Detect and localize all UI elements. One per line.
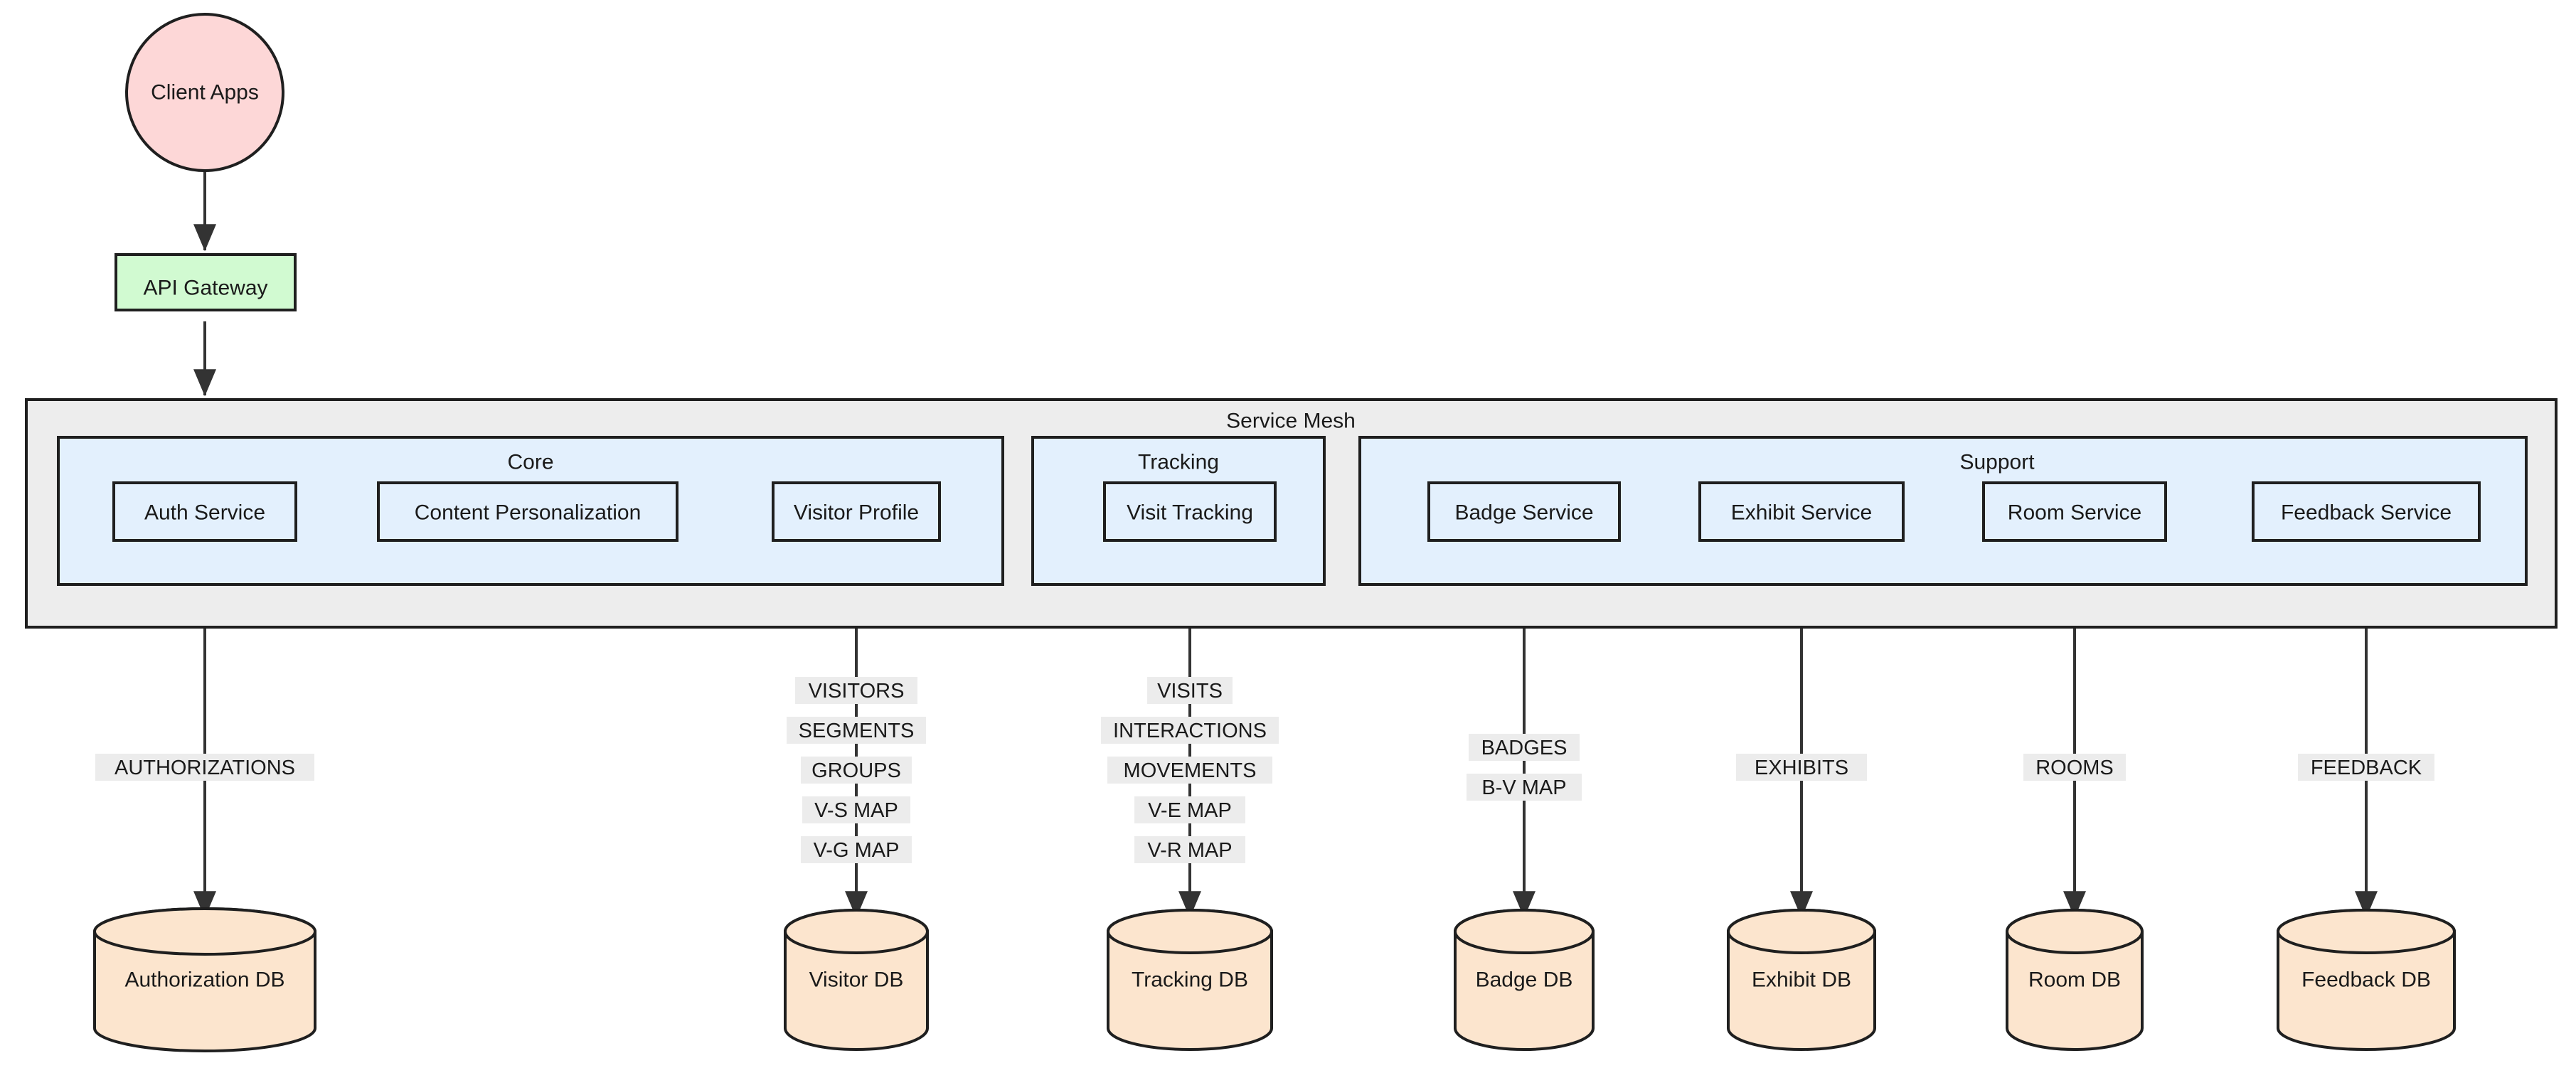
edge-label-v-e-map: V-E MAP — [1134, 796, 1245, 823]
edge-label-text-v-s-map: V-S MAP — [814, 799, 898, 822]
client-apps-label: Client Apps — [151, 81, 259, 105]
service-node-auth-service[interactable]: Auth Service — [112, 481, 297, 542]
database-label-visitor-db: Visitor DB — [809, 968, 904, 992]
edge-label-text-visits: VISITS — [1157, 680, 1223, 703]
edge-label-text-b-v-map: B-V MAP — [1481, 776, 1566, 799]
edge-label-badges: BADGES — [1469, 734, 1580, 761]
edge-label-text-feedback: FEEDBACK — [2311, 757, 2422, 779]
edge-label-v-r-map: V-R MAP — [1134, 836, 1245, 863]
service-node-feedback-service[interactable]: Feedback Service — [2252, 481, 2481, 542]
edge-label-text-visitors: VISITORS — [809, 680, 905, 703]
api-gateway-label: API Gateway — [143, 277, 267, 300]
database-node-feedback-db[interactable]: Feedback DB — [2276, 909, 2457, 1051]
service-label-badge-service: Badge Service — [1454, 501, 1593, 525]
edge-label-visitors: VISITORS — [795, 677, 917, 704]
service-node-content-personalization[interactable]: Content Personalization — [377, 481, 678, 542]
cluster-support-title: Support — [1959, 451, 2035, 474]
database-node-visitor-db[interactable]: Visitor DB — [783, 909, 930, 1051]
edge-label-b-v-map: B-V MAP — [1467, 774, 1582, 801]
service-label-visit-tracking: Visit Tracking — [1127, 501, 1253, 525]
edge-label-visits: VISITS — [1147, 677, 1233, 704]
database-node-authorization-db[interactable]: Authorization DB — [92, 907, 317, 1052]
service-label-auth-service: Auth Service — [144, 501, 265, 525]
edge-label-segments: SEGMENTS — [787, 717, 926, 744]
database-label-authorization-db: Authorization DB — [124, 968, 284, 992]
database-label-tracking-db: Tracking DB — [1132, 968, 1248, 992]
architecture-diagram: Service Mesh Core Tracking Support Auth … — [0, 0, 2576, 1068]
database-cylinder-top-tracking-db — [1106, 909, 1274, 954]
edge-label-text-authorizations: AUTHORIZATIONS — [115, 757, 295, 779]
service-node-badge-service[interactable]: Badge Service — [1427, 481, 1621, 542]
service-node-visitor-profile[interactable]: Visitor Profile — [772, 481, 941, 542]
service-label-visitor-profile: Visitor Profile — [794, 501, 919, 525]
service-mesh-title: Service Mesh — [1226, 410, 1356, 433]
edge-label-text-v-g-map: V-G MAP — [814, 839, 900, 862]
service-mesh-cluster: Service Mesh Core Tracking Support Auth … — [25, 398, 2558, 629]
database-node-room-db[interactable]: Room DB — [2005, 909, 2144, 1051]
database-label-room-db: Room DB — [2028, 968, 2121, 992]
service-label-room-service: Room Service — [2008, 501, 2141, 525]
service-label-exhibit-service: Exhibit Service — [1731, 501, 1872, 525]
database-cylinder-top-visitor-db — [783, 909, 930, 954]
service-node-visit-tracking[interactable]: Visit Tracking — [1103, 481, 1277, 542]
edge-label-v-g-map: V-G MAP — [801, 836, 912, 863]
database-cylinder-top-badge-db — [1453, 909, 1595, 954]
database-label-feedback-db: Feedback DB — [2301, 968, 2431, 992]
database-cylinder-top-feedback-db — [2276, 909, 2457, 954]
edge-label-exhibits: EXHIBITS — [1736, 754, 1867, 781]
api-gateway-node[interactable]: API Gateway — [115, 253, 297, 311]
database-cylinder-top-exhibit-db — [1726, 909, 1877, 954]
database-node-badge-db[interactable]: Badge DB — [1453, 909, 1595, 1051]
service-node-exhibit-service[interactable]: Exhibit Service — [1698, 481, 1905, 542]
cluster-core-title: Core — [507, 451, 553, 474]
database-node-tracking-db[interactable]: Tracking DB — [1106, 909, 1274, 1051]
database-cylinder-top-room-db — [2005, 909, 2144, 954]
edge-label-text-groups: GROUPS — [811, 759, 901, 782]
cluster-tracking-title: Tracking — [1138, 451, 1219, 474]
edge-label-text-badges: BADGES — [1481, 737, 1568, 759]
databases-layer: Authorization DB Visitor DB Tracking DB … — [92, 907, 2457, 1052]
edge-labels-layer: AUTHORIZATIONS VISITORS SEGMENTS GROUPS … — [95, 677, 2434, 863]
edge-label-v-s-map: V-S MAP — [802, 796, 910, 823]
edge-label-text-exhibits: EXHIBITS — [1755, 757, 1848, 779]
edge-label-text-movements: MOVEMENTS — [1124, 759, 1257, 782]
edge-label-interactions: INTERACTIONS — [1101, 717, 1279, 744]
edge-label-groups: GROUPS — [801, 757, 912, 784]
service-label-feedback-service: Feedback Service — [2281, 501, 2452, 525]
edge-label-text-segments: SEGMENTS — [799, 720, 915, 742]
service-label-content-personalization: Content Personalization — [415, 501, 642, 525]
database-node-exhibit-db[interactable]: Exhibit DB — [1726, 909, 1877, 1051]
edge-label-text-v-e-map: V-E MAP — [1148, 799, 1232, 822]
edge-label-text-rooms: ROOMS — [2035, 757, 2114, 779]
edge-label-text-v-r-map: V-R MAP — [1147, 839, 1232, 862]
edge-label-authorizations: AUTHORIZATIONS — [95, 754, 314, 781]
edge-label-rooms: ROOMS — [2023, 754, 2126, 781]
edge-label-text-interactions: INTERACTIONS — [1113, 720, 1267, 742]
database-cylinder-top-authorization-db — [92, 907, 317, 956]
service-node-room-service[interactable]: Room Service — [1982, 481, 2167, 542]
edge-label-movements: MOVEMENTS — [1107, 757, 1272, 784]
client-apps-node[interactable]: Client Apps — [125, 13, 284, 172]
database-label-badge-db: Badge DB — [1476, 968, 1573, 992]
edge-label-feedback: FEEDBACK — [2298, 754, 2434, 781]
database-label-exhibit-db: Exhibit DB — [1752, 968, 1851, 992]
